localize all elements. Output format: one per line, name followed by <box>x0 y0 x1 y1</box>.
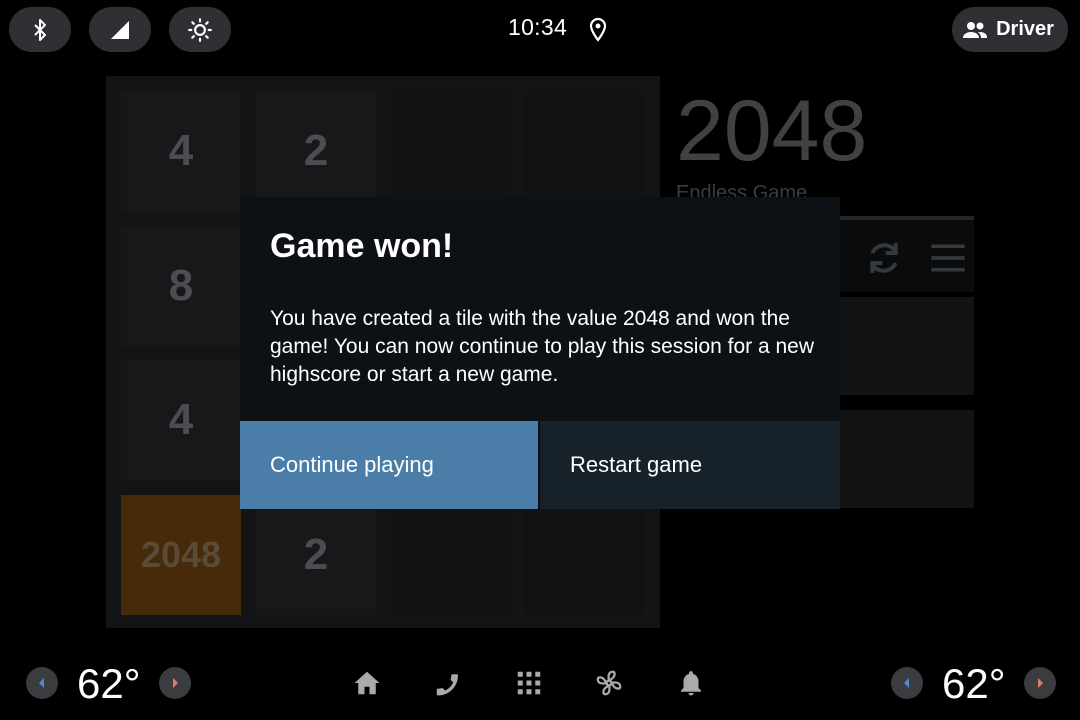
brightness-icon <box>188 17 212 42</box>
game-logo: 2048 <box>676 83 868 179</box>
bell-icon[interactable] <box>676 668 706 698</box>
signal-icon <box>111 20 129 39</box>
tile: 2 <box>256 91 376 211</box>
left-temp-up-button[interactable] <box>159 667 191 699</box>
driver-profile-button[interactable]: Driver <box>952 7 1068 52</box>
location-icon <box>589 17 607 42</box>
menu-icon[interactable] <box>928 238 968 278</box>
refresh-icon[interactable] <box>864 238 904 278</box>
restart-game-button[interactable]: Restart game <box>540 421 840 509</box>
clock: 10:34 <box>508 14 568 40</box>
driver-label: Driver <box>996 18 1054 40</box>
signal-button[interactable] <box>89 7 151 52</box>
tile: 8 <box>121 226 241 346</box>
home-icon[interactable] <box>352 668 382 698</box>
bluetooth-icon <box>34 18 46 41</box>
tile: 2048 <box>121 495 241 615</box>
chevron-left-icon <box>39 678 44 688</box>
continue-playing-button[interactable]: Continue playing <box>240 421 538 509</box>
dialog-title: Game won! <box>270 227 454 265</box>
tile: 2 <box>256 495 376 615</box>
tile: 4 <box>121 360 241 480</box>
game-won-dialog: Game won! You have created a tile with t… <box>240 197 840 509</box>
brightness-button[interactable] <box>169 7 231 52</box>
chevron-right-icon <box>173 678 178 688</box>
right-temp-down-button[interactable] <box>891 667 923 699</box>
left-temp-down-button[interactable] <box>26 667 58 699</box>
dialog-message: You have created a tile with the value 2… <box>270 307 815 386</box>
chevron-left-icon <box>904 678 909 688</box>
people-icon <box>963 21 988 38</box>
tile: 4 <box>121 91 241 211</box>
tile <box>390 495 510 615</box>
right-temperature: 62° <box>942 660 1006 707</box>
tile <box>390 91 510 211</box>
phone-icon[interactable] <box>433 668 463 698</box>
chevron-right-icon <box>1038 678 1043 688</box>
tile <box>524 495 644 615</box>
right-temp-up-button[interactable] <box>1024 667 1056 699</box>
bluetooth-button[interactable] <box>9 7 71 52</box>
left-temperature: 62° <box>77 660 141 707</box>
tile <box>524 91 644 211</box>
apps-grid-icon[interactable] <box>514 668 544 698</box>
fan-icon[interactable] <box>594 668 624 698</box>
